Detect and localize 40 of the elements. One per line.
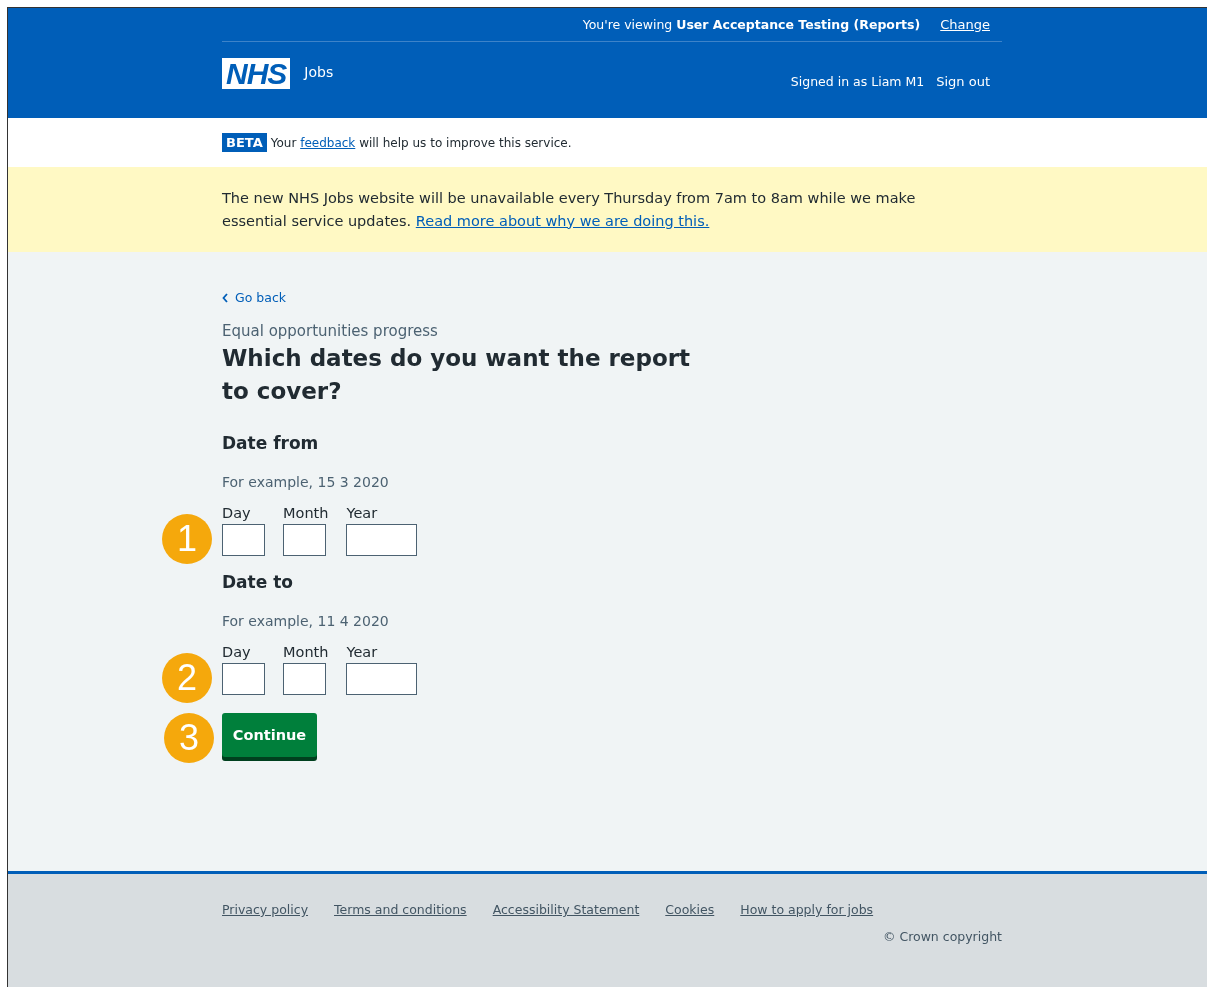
step-callout: 3 xyxy=(164,713,214,763)
field-label: Month xyxy=(283,644,329,660)
footer-link[interactable]: How to apply for jobs xyxy=(740,902,874,917)
footer-link[interactable]: Privacy policy xyxy=(222,902,309,917)
date-input[interactable] xyxy=(222,663,265,695)
beta-tag: BETA xyxy=(222,133,267,152)
field-label: Year xyxy=(346,644,379,660)
beta-text: Your feedback will help us to improve this service. xyxy=(270,135,572,150)
notice-text: The new NHS Jobs website will be unavailable every Thursday from 7am to 8am while we make essential service updates. Read more about why we are doing this. xyxy=(222,188,917,231)
date-input[interactable] xyxy=(222,524,265,556)
footer-link[interactable]: Cookies xyxy=(665,902,715,917)
field-label: Day xyxy=(222,505,252,521)
back-link[interactable]: Go back xyxy=(222,290,286,305)
field-label: Day xyxy=(222,644,252,660)
step-callout: 1 xyxy=(162,514,212,564)
date-input[interactable] xyxy=(346,524,418,556)
step-callout: 2 xyxy=(162,653,212,703)
signed-in-text: Signed in as Liam M1 xyxy=(790,74,925,89)
service-name: Jobs xyxy=(304,64,334,80)
field-label: Month xyxy=(283,505,329,521)
date-input[interactable] xyxy=(283,524,326,556)
copyright-text: © Crown copyright xyxy=(882,929,1002,944)
date-hint: For example, 11 4 2020 xyxy=(222,613,390,629)
page-caption: Equal opportunities progress xyxy=(222,322,439,340)
date-hint: For example, 15 3 2020 xyxy=(222,474,390,490)
sign-out-link[interactable]: Sign out xyxy=(936,74,990,89)
environment-text: You're viewing User Acceptance Testing (Reports) xyxy=(582,17,921,32)
date-input[interactable] xyxy=(346,663,418,695)
date-legend: Date from xyxy=(222,433,1002,453)
chevron-left-icon xyxy=(222,292,229,303)
footer-link[interactable]: Terms and conditions xyxy=(334,902,467,917)
field-label: Year xyxy=(346,505,379,521)
feedback-link[interactable]: feedback xyxy=(300,135,356,150)
read-more-link[interactable]: Read more about why we are doing this. xyxy=(415,212,710,229)
change-link[interactable]: Change xyxy=(940,17,990,32)
date-input[interactable] xyxy=(283,663,326,695)
footer-link[interactable]: Accessibility Statement xyxy=(492,902,640,917)
date-legend: Date to xyxy=(222,572,1002,592)
page-heading: Which dates do you want the report to cover? xyxy=(222,344,692,406)
nhs-logo[interactable]: NHS xyxy=(222,58,291,89)
